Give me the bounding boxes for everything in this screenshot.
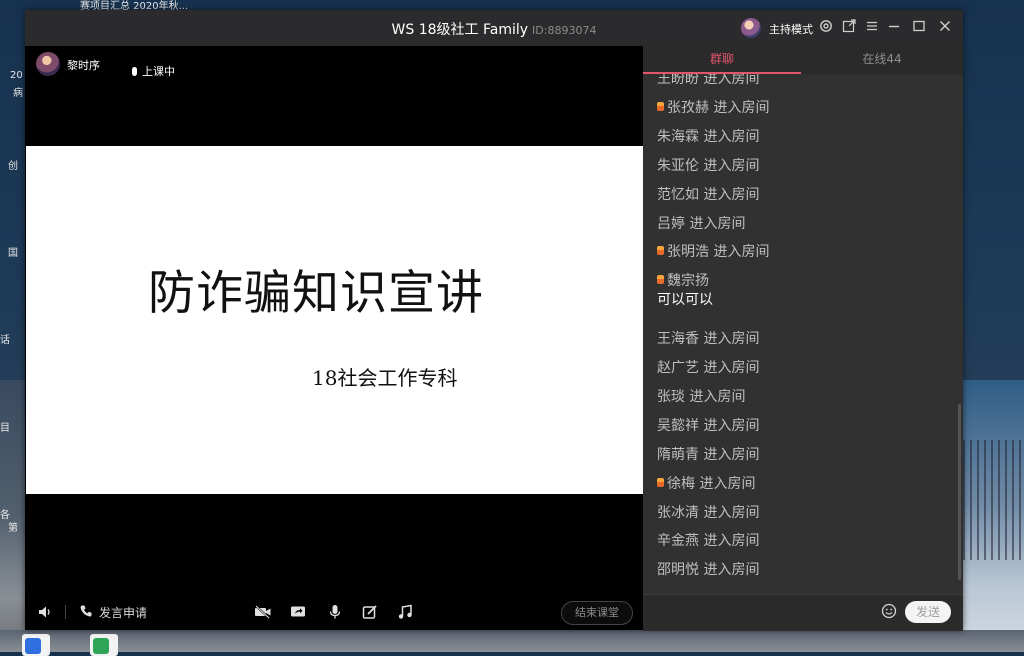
join-notice: 张冰清 进入房间 [657,502,759,522]
music-icon[interactable] [397,604,413,625]
popout-icon[interactable] [841,19,857,35]
join-notice: 隋萌青 进入房间 [657,444,759,464]
message-text: 徐梅 进入房间 [667,475,756,492]
divider [65,605,66,619]
join-notice: 赵广艺 进入房间 [657,357,759,377]
room-name: WS 18级社工 Family [391,22,529,38]
message-text: 张明浩 进入房间 [667,244,770,261]
send-button[interactable]: 发送 [905,601,951,623]
message-text: 吴懿祥 进入房间 [657,417,760,434]
desktop-icon-label[interactable]: 话 [0,331,10,346]
join-notice: 朱海霖 进入房间 [657,126,759,146]
message-text: 朱亚伦 进入房间 [657,157,760,174]
message-text: 可以可以 [657,292,713,309]
mic-status-icon [132,67,137,76]
desktop-icon-label[interactable]: 第 [8,519,18,534]
presenter-name: 黎时序 [67,59,100,72]
desktop-icon-label[interactable]: 20 [10,70,23,81]
chat-panel: 群聊 在线44 王盼盼 进入房间张孜赫 进入房间朱海霖 进入房间 朱亚伦 进入房间… [643,46,963,631]
message-text: 范忆如 进入房间 [657,186,760,203]
slide-subtitle: 18社会工作专科 [312,366,458,390]
maximize-icon[interactable] [911,19,927,35]
menu-icon[interactable] [864,19,880,35]
title-bar[interactable]: WS 18级社工 Family ID:8893074 主持模式 [25,10,963,46]
message-text: 张琰 进入房间 [657,388,746,405]
member-badge-icon [657,477,664,487]
emoji-icon[interactable] [881,603,897,619]
message-text: 魏宗扬 [667,273,709,290]
video-stage: 黎时序 上课中 防诈骗知识宣讲 18社会工作专科 [25,46,643,594]
settings-icon[interactable] [818,19,834,35]
speak-request-button[interactable]: 发言申请 [99,604,147,621]
desktop-taskbar-area [0,630,1024,652]
close-icon[interactable] [937,19,953,35]
wps-sheets-icon[interactable] [90,634,118,656]
mic-icon[interactable] [328,604,342,625]
tab-group-chat[interactable]: 群聊 [643,46,801,74]
member-badge-icon [657,101,664,111]
desktop-wallpaper-right [963,380,1024,652]
presenter-avatar[interactable] [36,52,60,76]
edit-icon[interactable] [362,604,378,625]
minimize-icon[interactable] [886,19,902,35]
message-list[interactable]: 王盼盼 进入房间张孜赫 进入房间朱海霖 进入房间 朱亚伦 进入房间 范忆如 进入房间… [643,74,963,594]
message-text: 朱海霖 进入房间 [657,128,760,145]
control-bar: 发言申请 结束课堂 [25,594,643,630]
join-notice: 邵明悦 进入房间 [657,559,759,579]
tab-online[interactable]: 在线44 [803,46,961,74]
join-notice: 吕婷 进入房间 [657,213,745,233]
member-badge-icon [657,275,664,285]
class-status-label: 上课中 [142,65,175,78]
desktop-icon-label[interactable]: 目 [0,419,10,434]
chat-message-text: 可以可以 [657,289,713,309]
camera-off-icon[interactable] [254,604,272,625]
message-text: 隋萌青 进入房间 [657,446,760,463]
join-notice: 王盼盼 进入房间 [657,74,759,88]
message-text: 吕婷 进入房间 [657,215,746,232]
classroom-window: WS 18级社工 FamilyID:8893074 主持模式 黎时序 上课中 [25,10,963,631]
phone-icon[interactable] [79,604,93,623]
slide-title: 防诈骗知识宣讲 [148,266,484,321]
chat-input-area: 发送 [643,594,963,631]
join-notice: 吴懿祥 进入房间 [657,415,759,435]
shared-slide: 防诈骗知识宣讲 18社会工作专科 [26,146,643,494]
message-text: 王盼盼 进入房间 [657,74,760,87]
message-text: 张孜赫 进入房间 [667,99,770,116]
join-notice: 张孜赫 进入房间 [657,97,769,117]
message-scrollbar[interactable] [958,404,961,580]
chat-input[interactable] [651,602,877,624]
wps-writer-icon[interactable] [22,634,50,656]
chat-message-sender: 魏宗扬 [657,270,709,290]
join-notice: 张明浩 进入房间 [657,241,769,261]
join-notice: 徐梅 进入房间 [657,473,755,493]
join-notice: 辛金燕 进入房间 [657,530,759,550]
member-badge-icon [657,246,664,256]
room-id: ID:8893074 [532,24,597,37]
speaker-icon[interactable] [37,604,53,625]
message-text: 王海香 进入房间 [657,331,760,348]
message-text: 张冰清 进入房间 [657,504,760,521]
end-class-button[interactable]: 结束课堂 [561,601,633,625]
message-text: 赵广艺 进入房间 [657,360,760,376]
message-text: 邵明悦 进入房间 [657,562,760,579]
join-notice: 王海香 进入房间 [657,328,759,348]
message-text: 辛金燕 进入房间 [657,533,760,550]
screen-share-icon[interactable] [290,604,306,625]
host-mode-label[interactable]: 主持模式 [769,21,813,37]
join-notice: 范忆如 进入房间 [657,184,759,204]
desktop-icon-label[interactable]: 创 [8,157,18,172]
host-avatar[interactable] [741,18,761,38]
join-notice: 朱亚伦 进入房间 [657,155,759,175]
chat-tabs: 群聊 在线44 [643,46,963,74]
class-status: 上课中 [132,63,175,79]
join-notice: 张琰 进入房间 [657,386,745,406]
desktop-icon-label[interactable]: 病 [13,84,23,99]
desktop-icon-label[interactable]: 国 [8,244,18,259]
